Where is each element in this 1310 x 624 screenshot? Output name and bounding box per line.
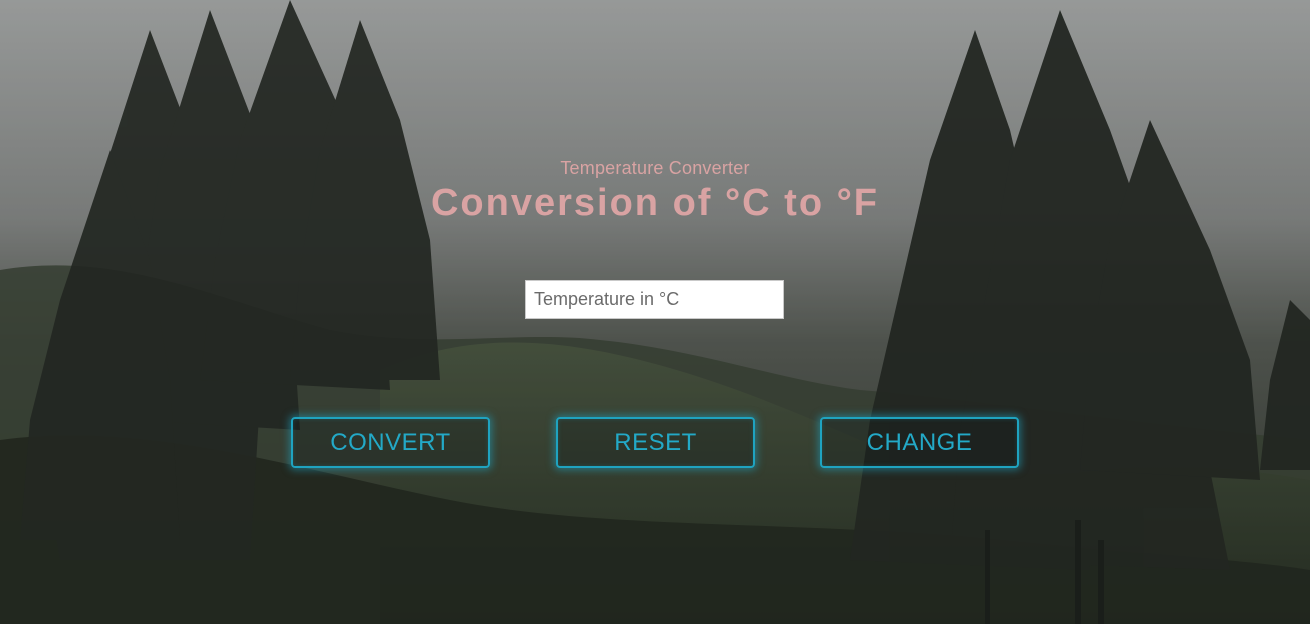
app-subtitle: Temperature Converter <box>560 158 750 178</box>
celsius-temperature-input[interactable] <box>525 280 784 319</box>
convert-button[interactable]: CONVERT <box>291 417 490 468</box>
converter-page: Temperature Converter Conversion of °C t… <box>0 0 1310 624</box>
reset-button[interactable]: RESET <box>556 417 755 468</box>
change-button[interactable]: CHANGE <box>820 417 1019 468</box>
page-title: Conversion of °C to °F <box>430 182 880 224</box>
